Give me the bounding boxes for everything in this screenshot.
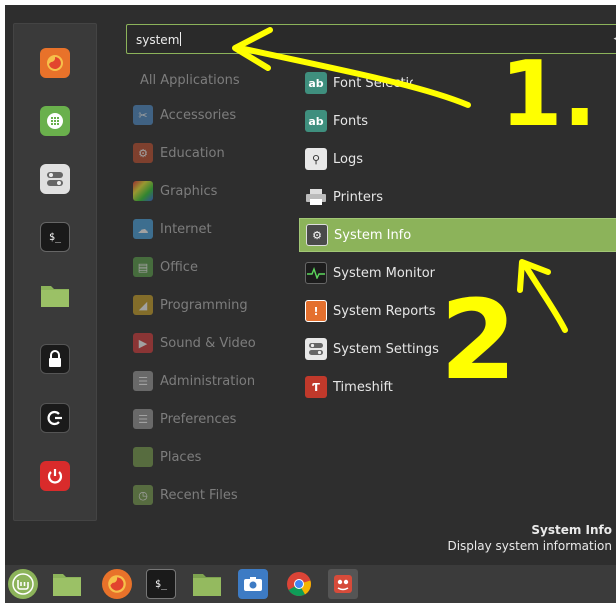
app-logs[interactable]: ⚲ Logs (299, 142, 616, 176)
category-all-applications[interactable]: All Applications (140, 68, 240, 92)
lock-screen-icon[interactable] (40, 344, 70, 374)
taskbar-chrome-icon[interactable] (284, 569, 314, 599)
mint-menu-icon[interactable] (8, 569, 38, 599)
accessories-icon: ✂ (133, 105, 153, 125)
taskbar-gimp-icon[interactable] (328, 569, 358, 599)
taskbar-folder-icon[interactable] (52, 569, 82, 599)
places-folder-icon (133, 447, 153, 467)
search-input[interactable]: system (136, 32, 182, 47)
category-places[interactable]: Places (133, 445, 201, 469)
programming-icon: ◢ (133, 295, 153, 315)
system-settings-toggle-icon (305, 338, 327, 360)
logout-icon[interactable] (40, 403, 70, 433)
system-reports-warning-icon: ! (305, 300, 327, 322)
category-recent-files[interactable]: ◷ Recent Files (133, 483, 238, 507)
preferences-icon: ☰ (133, 409, 153, 429)
recent-files-icon: ◷ (133, 485, 153, 505)
taskbar: $_ (5, 565, 616, 603)
category-internet[interactable]: ☁ Internet (133, 217, 212, 241)
selected-app-description: Display system information (447, 539, 612, 553)
logs-search-icon: ⚲ (305, 148, 327, 170)
app-info-panel: System Info Display system information (447, 523, 612, 553)
system-info-gear-icon: ⚙ (306, 224, 328, 246)
sound-video-icon: ▶ (133, 333, 153, 353)
category-administration[interactable]: ☰ Administration (133, 369, 255, 393)
taskbar-firefox-icon[interactable] (102, 569, 132, 599)
favorites-sidebar: $_ (13, 23, 97, 521)
font-selection-icon: ab (305, 72, 327, 94)
category-preferences[interactable]: ☰ Preferences (133, 407, 236, 431)
software-manager-icon[interactable] (40, 106, 70, 136)
category-accessories[interactable]: ✂ Accessories (133, 103, 236, 127)
taskbar-files-icon[interactable] (192, 569, 222, 599)
system-monitor-icon (305, 262, 327, 284)
category-sound-video[interactable]: ▶ Sound & Video (133, 331, 256, 355)
category-programming[interactable]: ◢ Programming (133, 293, 248, 317)
internet-icon: ☁ (133, 219, 153, 239)
fonts-icon: ab (305, 110, 327, 132)
category-education[interactable]: ⚙ Education (133, 141, 225, 165)
administration-icon: ☰ (133, 371, 153, 391)
firefox-icon[interactable] (40, 48, 70, 78)
category-office[interactable]: ▤ Office (133, 255, 198, 279)
app-system-info[interactable]: ⚙ System Info (299, 218, 616, 252)
office-icon: ▤ (133, 257, 153, 277)
printer-icon (305, 186, 327, 208)
app-printers[interactable]: Printers (299, 180, 616, 214)
taskbar-terminal-icon[interactable]: $_ (146, 569, 176, 599)
terminal-icon[interactable]: $_ (40, 222, 70, 252)
power-icon[interactable] (40, 461, 70, 491)
step-1-label: 1. (500, 42, 597, 147)
graphics-icon (133, 181, 153, 201)
taskbar-screenshot-camera-icon[interactable] (238, 569, 268, 599)
timeshift-icon: Ƭ (305, 376, 327, 398)
category-graphics[interactable]: Graphics (133, 179, 217, 203)
education-icon: ⚙ (133, 143, 153, 163)
folder-icon[interactable] (40, 280, 70, 310)
settings-toggle-icon[interactable] (40, 164, 70, 194)
selected-app-title: System Info (531, 523, 612, 537)
step-2-label: 2 (440, 276, 517, 404)
